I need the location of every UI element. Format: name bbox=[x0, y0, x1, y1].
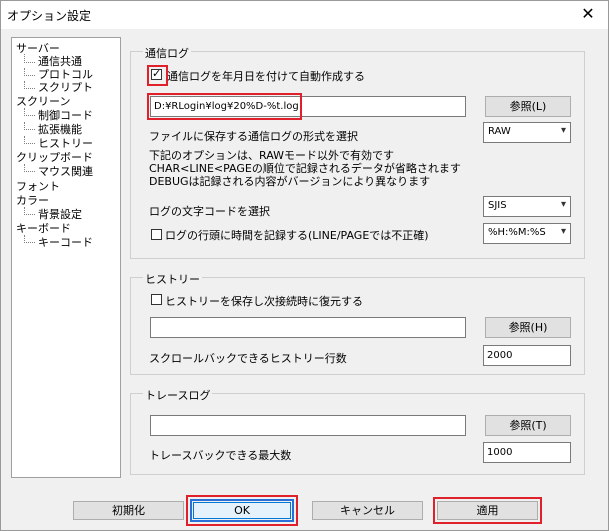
highlight-checkbox-box bbox=[147, 65, 168, 86]
tree-item-extensions[interactable]: 拡張機能 bbox=[38, 123, 82, 137]
trace-max-label: トレースバックできる最大数 bbox=[149, 449, 292, 462]
tree-item-control-code[interactable]: 制御コード bbox=[38, 109, 93, 123]
tree-item-history[interactable]: ヒストリー bbox=[38, 137, 93, 151]
tree-connector bbox=[24, 122, 35, 130]
chevron-down-icon: ▾ bbox=[560, 199, 566, 210]
tree-connector bbox=[24, 108, 35, 116]
tree-connector bbox=[24, 81, 35, 89]
tree-connector bbox=[24, 54, 35, 63]
save-history-checkbox[interactable] bbox=[151, 294, 162, 305]
time-format-select[interactable]: %H:%M:%S ▾ bbox=[483, 223, 571, 244]
tree-item-font[interactable]: フォント bbox=[16, 180, 60, 194]
tree-item-color[interactable]: カラー bbox=[16, 194, 49, 208]
tree-connector bbox=[24, 68, 35, 76]
settings-tree[interactable]: サーバー 通信共通 プロトコル スクリプト スクリーン 制御コード 拡張機能 ヒ… bbox=[11, 37, 121, 478]
tree-item-protocol[interactable]: プロトコル bbox=[38, 68, 93, 82]
note-line-3: DEBUGは記録される内容がバージョンにより異なります bbox=[149, 175, 431, 188]
charset-label: ログの文字コードを選択 bbox=[149, 205, 270, 218]
tree-item-clipboard[interactable]: クリップボード bbox=[16, 151, 93, 165]
log-format-select[interactable]: RAW ▾ bbox=[483, 122, 571, 143]
init-button[interactable]: 初期化 bbox=[73, 501, 184, 520]
trace-log-group-label: トレースログ bbox=[143, 387, 213, 403]
tree-connector bbox=[24, 207, 35, 215]
history-group-label: ヒストリー bbox=[143, 271, 202, 287]
charset-value: SJIS bbox=[488, 200, 507, 211]
trace-max-input[interactable]: 1000 bbox=[483, 442, 571, 463]
tree-item-script[interactable]: スクリプト bbox=[38, 81, 93, 95]
browse-trace-button[interactable]: 参照(T) bbox=[485, 415, 571, 436]
tree-connector bbox=[24, 235, 35, 243]
save-history-label: ヒストリーを保存し次接続時に復元する bbox=[165, 295, 363, 308]
highlight-apply-box bbox=[433, 497, 542, 524]
comm-log-group-label: 通信ログ bbox=[143, 45, 191, 61]
close-icon[interactable]: ✕ bbox=[573, 3, 603, 25]
browse-history-button[interactable]: 参照(H) bbox=[485, 317, 571, 338]
auto-create-log-label: 通信ログを年月日を付けて自動作成する bbox=[167, 70, 365, 83]
time-format-value: %H:%M:%S bbox=[488, 227, 546, 238]
timestamp-label: ログの行頭に時間を記録する(LINE/PAGEでは不正確) bbox=[165, 229, 429, 242]
log-format-label: ファイルに保存する通信ログの形式を選択 bbox=[149, 130, 358, 143]
cancel-button[interactable]: キャンセル bbox=[312, 501, 423, 520]
chevron-down-icon: ▾ bbox=[560, 226, 566, 237]
window-title: オプション設定 bbox=[7, 9, 92, 23]
tree-item-keyboard[interactable]: キーボード bbox=[16, 222, 71, 236]
tree-item-mouse[interactable]: マウス関連 bbox=[38, 165, 93, 179]
tree-item-server[interactable]: サーバー bbox=[16, 42, 60, 56]
charset-select[interactable]: SJIS ▾ bbox=[483, 196, 571, 217]
tree-connector bbox=[24, 136, 35, 144]
title-bar: オプション設定 ✕ bbox=[1, 1, 608, 29]
tree-connector bbox=[24, 164, 35, 172]
tree-item-comm-common[interactable]: 通信共通 bbox=[38, 55, 82, 69]
chevron-down-icon: ▾ bbox=[560, 125, 566, 136]
highlight-path-box bbox=[147, 93, 302, 120]
scrollback-label: スクロールバックできるヒストリー行数 bbox=[149, 352, 347, 365]
highlight-ok-box bbox=[186, 495, 298, 526]
options-dialog: オプション設定 ✕ サーバー 通信共通 プロトコル スクリプト スクリーン 制御… bbox=[0, 0, 609, 531]
history-path-input[interactable] bbox=[150, 317, 466, 338]
tree-item-background[interactable]: 背景設定 bbox=[38, 208, 82, 222]
tree-item-keycode[interactable]: キーコード bbox=[38, 236, 93, 250]
tree-item-screen[interactable]: スクリーン bbox=[16, 95, 70, 109]
timestamp-checkbox[interactable] bbox=[151, 229, 162, 240]
trace-path-input[interactable] bbox=[150, 415, 466, 436]
scrollback-input[interactable]: 2000 bbox=[483, 345, 571, 366]
log-format-value: RAW bbox=[488, 126, 511, 137]
browse-log-button[interactable]: 参照(L) bbox=[485, 96, 571, 117]
